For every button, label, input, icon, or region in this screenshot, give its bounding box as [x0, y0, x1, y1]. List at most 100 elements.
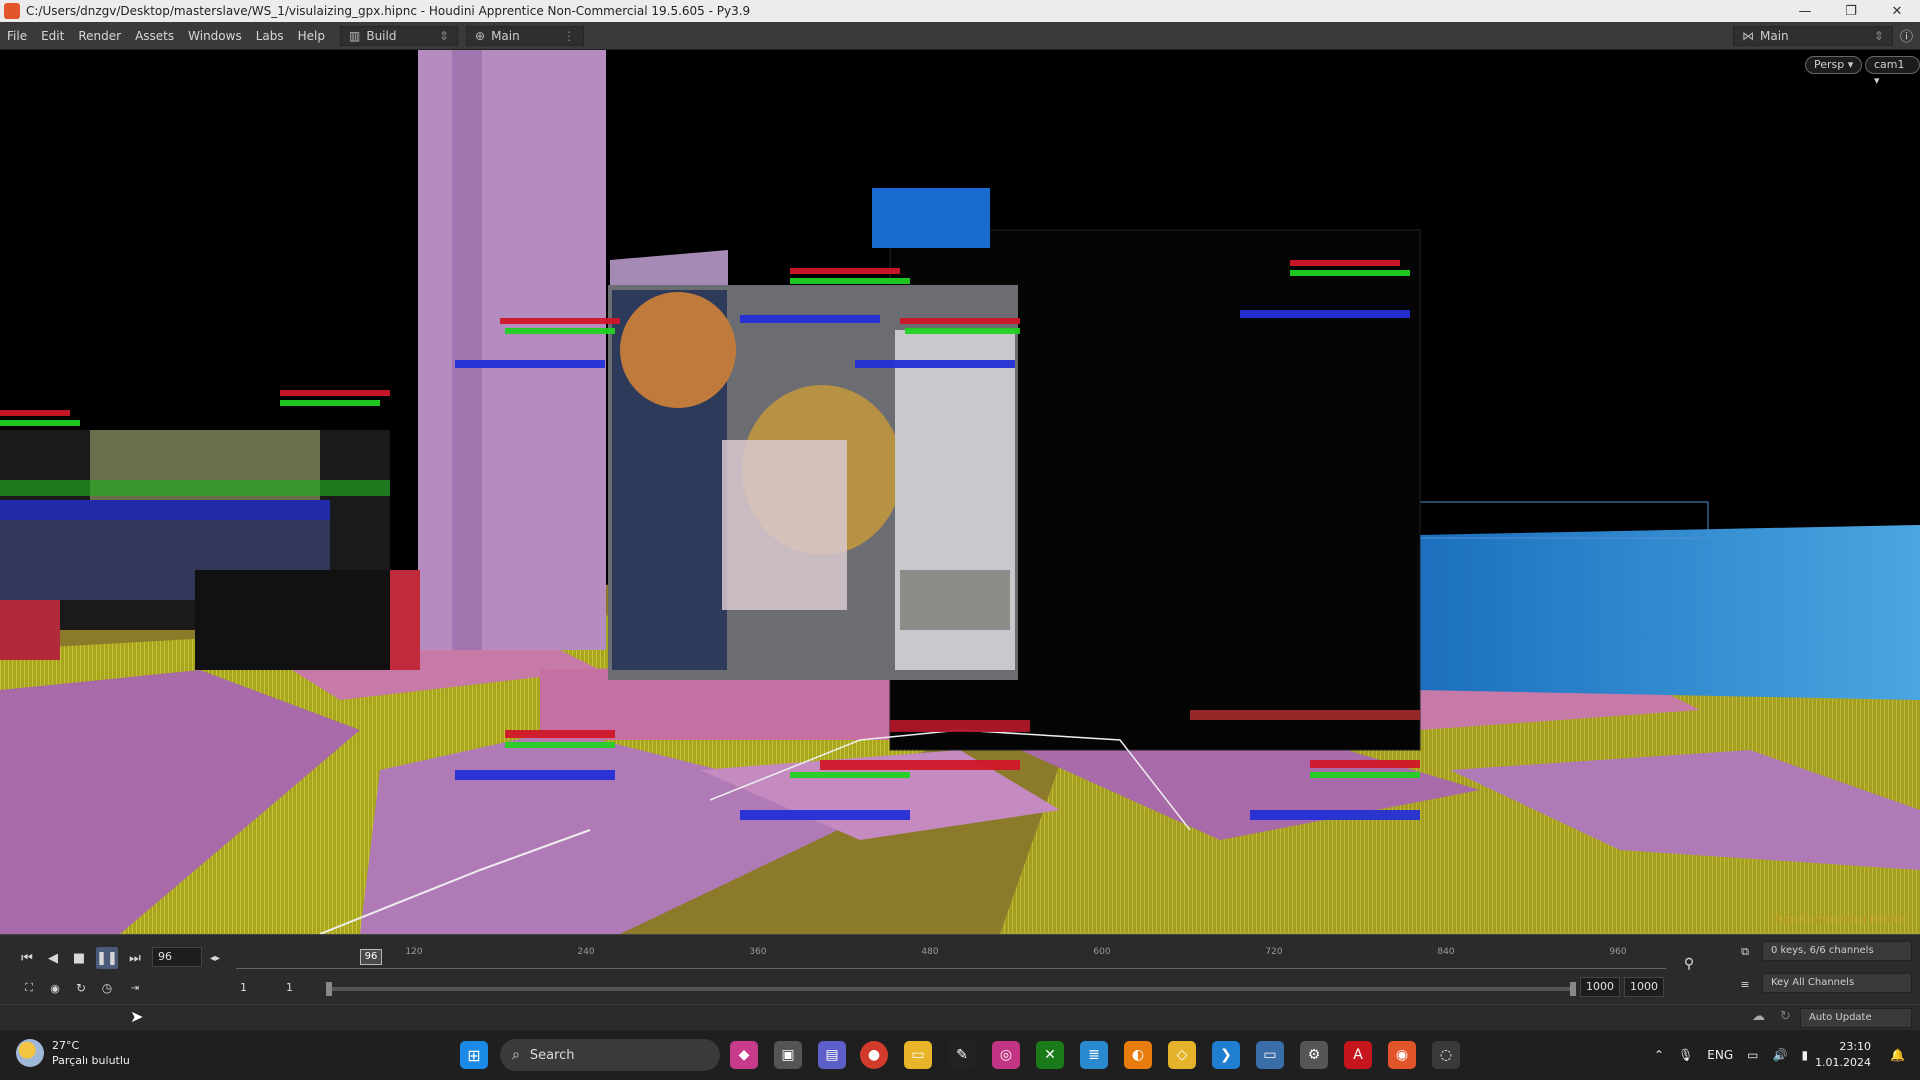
inkscape-icon[interactable]: ✎ [948, 1041, 976, 1069]
language-indicator[interactable]: ENG [1707, 1048, 1733, 1062]
battery-icon[interactable]: ▮ [1801, 1048, 1808, 1062]
desktop-selector[interactable]: ⊕ Main ⋮ [466, 25, 584, 46]
play-reverse-button[interactable]: ◀ [42, 947, 64, 969]
non-commercial-watermark: Non-Commercial Edition [1774, 913, 1908, 926]
right-desktop-selector[interactable]: ⋈ Main ⇕ [1732, 25, 1893, 46]
blender-icon[interactable]: ◐ [1124, 1041, 1152, 1069]
display-icon[interactable]: ▭ [1747, 1048, 1758, 1062]
instagram-icon[interactable]: ◎ [992, 1041, 1020, 1069]
widgets-icon[interactable]: ◆ [730, 1041, 758, 1069]
weather-icon [16, 1039, 44, 1067]
menu-render[interactable]: Render [71, 29, 128, 43]
shelf-set-selector[interactable]: ▥ Build ⇕ [340, 25, 458, 46]
git-icon[interactable]: ◇ [1168, 1041, 1196, 1069]
chevron-up-icon[interactable]: ⌃ [1654, 1048, 1664, 1062]
search-icon: ⌕ [512, 1047, 520, 1063]
jump-to-start-button[interactable]: ⏮ [16, 947, 38, 969]
shelf-set-label: Build [366, 28, 397, 43]
range-end-handle[interactable] [1570, 982, 1576, 996]
ruler-baseline [236, 968, 1666, 969]
system-tray: ⌃ 🎙 ENG ▭ 🔊 ▮ 23:10 1.01.2024 🔔 [1647, 1030, 1912, 1080]
tick-label: 960 [1609, 947, 1627, 957]
grip-icon: ⋮ [563, 28, 575, 43]
key-all-channels-button[interactable]: Key All Channels [1762, 973, 1912, 993]
viewport-scene [0, 50, 1920, 934]
blue-roof [872, 188, 990, 248]
step-icon[interactable]: ⇥ [124, 977, 146, 999]
minimize-button[interactable]: — [1782, 0, 1828, 22]
water-area [1418, 525, 1920, 700]
end-frame-field[interactable]: 1000 [1624, 977, 1664, 997]
start-frame-label[interactable]: 1 [240, 981, 247, 994]
clock-date: 1.01.2024 [1815, 1056, 1872, 1069]
clock-icon[interactable]: ◷ [96, 977, 118, 999]
frame-range-slider[interactable] [326, 982, 1576, 996]
temperature-label: 27°C [52, 1039, 80, 1052]
menu-help[interactable]: Help [291, 29, 332, 43]
chevron-updown-icon: ⇕ [438, 28, 449, 43]
channel-list-icon[interactable]: ≡ [1734, 973, 1756, 995]
cloud-icon[interactable]: ☁ [1752, 1009, 1765, 1024]
task-view-icon[interactable]: ▣ [774, 1041, 802, 1069]
pause-button[interactable]: ❚❚ [96, 947, 118, 969]
scene-viewport[interactable]: Persp ▾ cam1 ▾ Non-Commercial Edition [0, 50, 1920, 934]
range-start-handle[interactable] [326, 982, 332, 996]
desktop-label: Main [491, 28, 520, 43]
jump-to-end-button[interactable]: ⏭ [124, 947, 146, 969]
playhead-marker[interactable]: 96 [360, 949, 382, 965]
taskbar-search[interactable]: ⌕ Search [500, 1039, 720, 1071]
volume-icon[interactable]: 🔊 [1773, 1048, 1788, 1062]
playbar: ⏮ ◀ ■ ❚❚ ⏭ 96 ◂▸ 120 240 360 480 600 720… [0, 934, 1920, 1004]
monitor-icon[interactable]: ▭ [1256, 1041, 1284, 1069]
notification-icon[interactable]: 🔔 [1890, 1048, 1905, 1062]
menu-assets[interactable]: Assets [128, 29, 181, 43]
acrobat-icon[interactable]: A [1344, 1041, 1372, 1069]
clock-time: 23:10 [1839, 1040, 1872, 1053]
audio-icon[interactable]: ◉ [44, 977, 66, 999]
auto-update-dropdown[interactable]: Auto Update [1800, 1008, 1912, 1028]
refresh-icon[interactable]: ↻ [1780, 1009, 1791, 1024]
settings-icon[interactable]: ⚙ [1300, 1041, 1328, 1069]
vscode-icon[interactable]: ❯ [1212, 1041, 1240, 1069]
loop-icon[interactable]: ↻ [70, 977, 92, 999]
chrome-icon[interactable]: ● [860, 1041, 888, 1069]
menu-file[interactable]: File [0, 29, 34, 43]
teams-icon[interactable]: ▤ [818, 1041, 846, 1069]
close-button[interactable]: ✕ [1874, 0, 1920, 22]
help-icon[interactable]: ⓘ [1893, 26, 1920, 45]
camera-menu-button[interactable]: cam1 ▾ [1865, 56, 1920, 87]
xbox-icon[interactable]: ✕ [1036, 1041, 1064, 1069]
network-icon: ⋈ [1741, 28, 1754, 43]
range-end-field[interactable]: 1000 [1580, 977, 1620, 997]
current-frame-field[interactable]: 96 [152, 947, 202, 967]
windows-taskbar: 27°C Parçalı bulutlu ⊞ ⌕ Search ◆ ▣ ▤ ● … [0, 1030, 1920, 1080]
houdini-app-icon [4, 3, 20, 19]
realtime-toggle-icon[interactable]: ⛶ [18, 977, 40, 999]
step-frame-icon[interactable]: ◂▸ [204, 947, 226, 969]
windows-start-icon[interactable]: ⊞ [460, 1041, 488, 1069]
microphone-icon[interactable]: 🎙 [1678, 1048, 1693, 1062]
notepad-icon[interactable]: ≣ [1080, 1041, 1108, 1069]
tick-label: 840 [1437, 947, 1455, 957]
keys-info-field[interactable]: 0 keys, 6/6 channels [1762, 941, 1912, 961]
maximize-button[interactable]: ❐ [1828, 0, 1874, 22]
timeline-ruler[interactable]: 120 240 360 480 600 720 840 960 96 [236, 947, 1666, 971]
menu-labs[interactable]: Labs [249, 29, 291, 43]
houdini-taskbar-icon[interactable]: ◉ [1388, 1041, 1416, 1069]
chevron-updown-icon: ⇕ [1873, 28, 1884, 43]
tick-label: 120 [405, 947, 423, 957]
weather-widget[interactable]: 27°C Parçalı bulutlu [16, 1038, 130, 1068]
stop-button[interactable]: ■ [68, 947, 90, 969]
range-start-label[interactable]: 1 [286, 981, 293, 994]
right-desktop-label: Main [1759, 28, 1789, 43]
menu-edit[interactable]: Edit [34, 29, 71, 43]
file-explorer-icon[interactable]: ▭ [904, 1041, 932, 1069]
keys-panel-icon[interactable]: ⧉ [1734, 941, 1756, 963]
search-placeholder: Search [529, 1047, 575, 1063]
clock-widget[interactable]: 23:10 1.01.2024 [1815, 1039, 1871, 1071]
key-icon[interactable]: ⚲ [1678, 953, 1700, 975]
perspective-menu-button[interactable]: Persp ▾ [1805, 56, 1863, 74]
houdini-launcher-icon[interactable]: ◌ [1432, 1041, 1460, 1069]
tick-label: 240 [577, 947, 595, 957]
menu-windows[interactable]: Windows [181, 29, 249, 43]
